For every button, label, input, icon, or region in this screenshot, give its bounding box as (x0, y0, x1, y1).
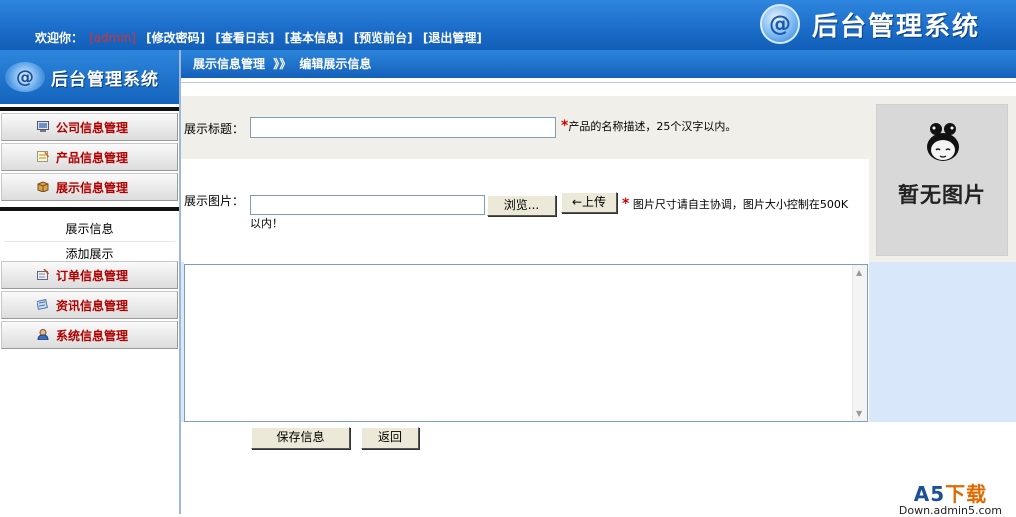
notepad-icon (37, 151, 49, 162)
breadcrumb: 展示信息管理 》》 编辑展示信息 (181, 50, 1016, 78)
content-textarea[interactable]: ▲ ▼ (184, 264, 868, 422)
breadcrumb-section[interactable]: 展示信息管理 (193, 57, 265, 71)
save-button[interactable]: 保存信息 (251, 427, 350, 449)
system-title: 后台管理系统 (811, 11, 980, 42)
image-hint: * 图片尺寸请自主协调，图片大小控制在500K (622, 196, 848, 212)
image-label: 展示图片： (184, 194, 245, 208)
top-nav: 欢迎你： [admin] [修改密码] [查看日志] [基本信息] [预览前台] … (35, 29, 488, 46)
no-image-text: 暂无图片 (898, 183, 986, 207)
sidebar-logo-icon: @ (5, 62, 45, 92)
menu-display-info[interactable]: 展示信息管理 (1, 173, 178, 201)
breadcrumb-separator: 》》 (273, 57, 292, 71)
back-button[interactable]: 返回 (361, 427, 419, 449)
menu-news-info[interactable]: 资讯信息管理 (1, 291, 178, 319)
welcome-text: 欢迎你： (35, 31, 84, 45)
user-icon (37, 329, 49, 340)
submenu-display-list[interactable]: 展示信息 (4, 217, 175, 242)
menu-product-info[interactable]: 产品信息管理 (1, 143, 178, 171)
title-hint-text: 产品的名称描述，25个汉字以内。 (568, 120, 737, 133)
watermark-site: Down.admin5.com (898, 504, 1002, 517)
watermark-brand: A5下载 (899, 478, 1002, 507)
required-mark: * (622, 196, 630, 212)
title-input[interactable] (250, 117, 556, 138)
menu-order-info[interactable]: 订单信息管理 (1, 261, 178, 289)
sidebar-title: 后台管理系统 (51, 69, 159, 90)
breadcrumb-current: 编辑展示信息 (299, 57, 372, 71)
view-log-link[interactable]: [查看日志] (215, 31, 274, 45)
preview-frontend-link[interactable]: [预览前台] (354, 31, 413, 45)
menu-system-info[interactable]: 系统信息管理 (1, 321, 178, 349)
textarea-scrollbar[interactable]: ▲ ▼ (852, 265, 867, 421)
menu-label: 系统信息管理 (56, 328, 129, 343)
menu-label: 展示信息管理 (56, 180, 129, 195)
basic-info-link[interactable]: [基本信息] (285, 31, 344, 45)
no-image-placeholder: 暂无图片 (876, 104, 1008, 256)
brand-logo-icon: @ (759, 4, 800, 44)
sidebar: @ 后台管理系统 公司信息管理 产品信息管理 展示信息管理 展示信息 添加展示 … (0, 50, 181, 514)
browse-button[interactable]: 浏览... (487, 195, 556, 216)
menu-company-info[interactable]: 公司信息管理 (1, 113, 178, 141)
top-header: 欢迎你： [admin] [修改密码] [查看日志] [基本信息] [预览前台] … (0, 0, 1016, 50)
title-hint: *产品的名称描述，25个汉字以内。 (561, 118, 736, 134)
title-label: 展示标题： (184, 122, 245, 136)
image-path-input[interactable] (250, 195, 485, 215)
logout-link[interactable]: [退出管理] (423, 31, 482, 45)
menu-label: 产品信息管理 (56, 150, 129, 165)
news-icon (37, 299, 48, 310)
image-hint-text: 图片尺寸请自主协调，图片大小控制在500K (632, 198, 849, 211)
computer-icon (37, 121, 49, 132)
change-password-link[interactable]: [修改密码] (146, 31, 205, 45)
menu-label: 订单信息管理 (56, 268, 129, 283)
order-icon (37, 269, 49, 280)
username: [admin] (89, 31, 136, 45)
box-icon (37, 181, 49, 192)
upload-button[interactable]: ←上传 (561, 192, 617, 213)
menu-label: 资讯信息管理 (56, 298, 129, 313)
watermark-brand-a5: A5 (913, 482, 946, 506)
scroll-up-arrow-icon[interactable]: ▲ (856, 268, 862, 277)
scroll-down-arrow-icon[interactable]: ▼ (856, 409, 862, 418)
cartoon-face-icon (927, 123, 959, 161)
sidebar-divider (0, 107, 179, 111)
menu-label: 公司信息管理 (56, 120, 129, 135)
breadcrumb-divider (181, 82, 1016, 91)
image-hint-continued: 以内！ (250, 217, 283, 230)
sidebar-header: @ 后台管理系统 (0, 50, 179, 104)
watermark-brand-suffix: 下载 (945, 482, 988, 506)
watermark: A5下载 Down.admin5.com (899, 478, 1002, 517)
editor-right-panel (869, 262, 1016, 422)
brand: @ 后台管理系统 (759, 4, 980, 44)
